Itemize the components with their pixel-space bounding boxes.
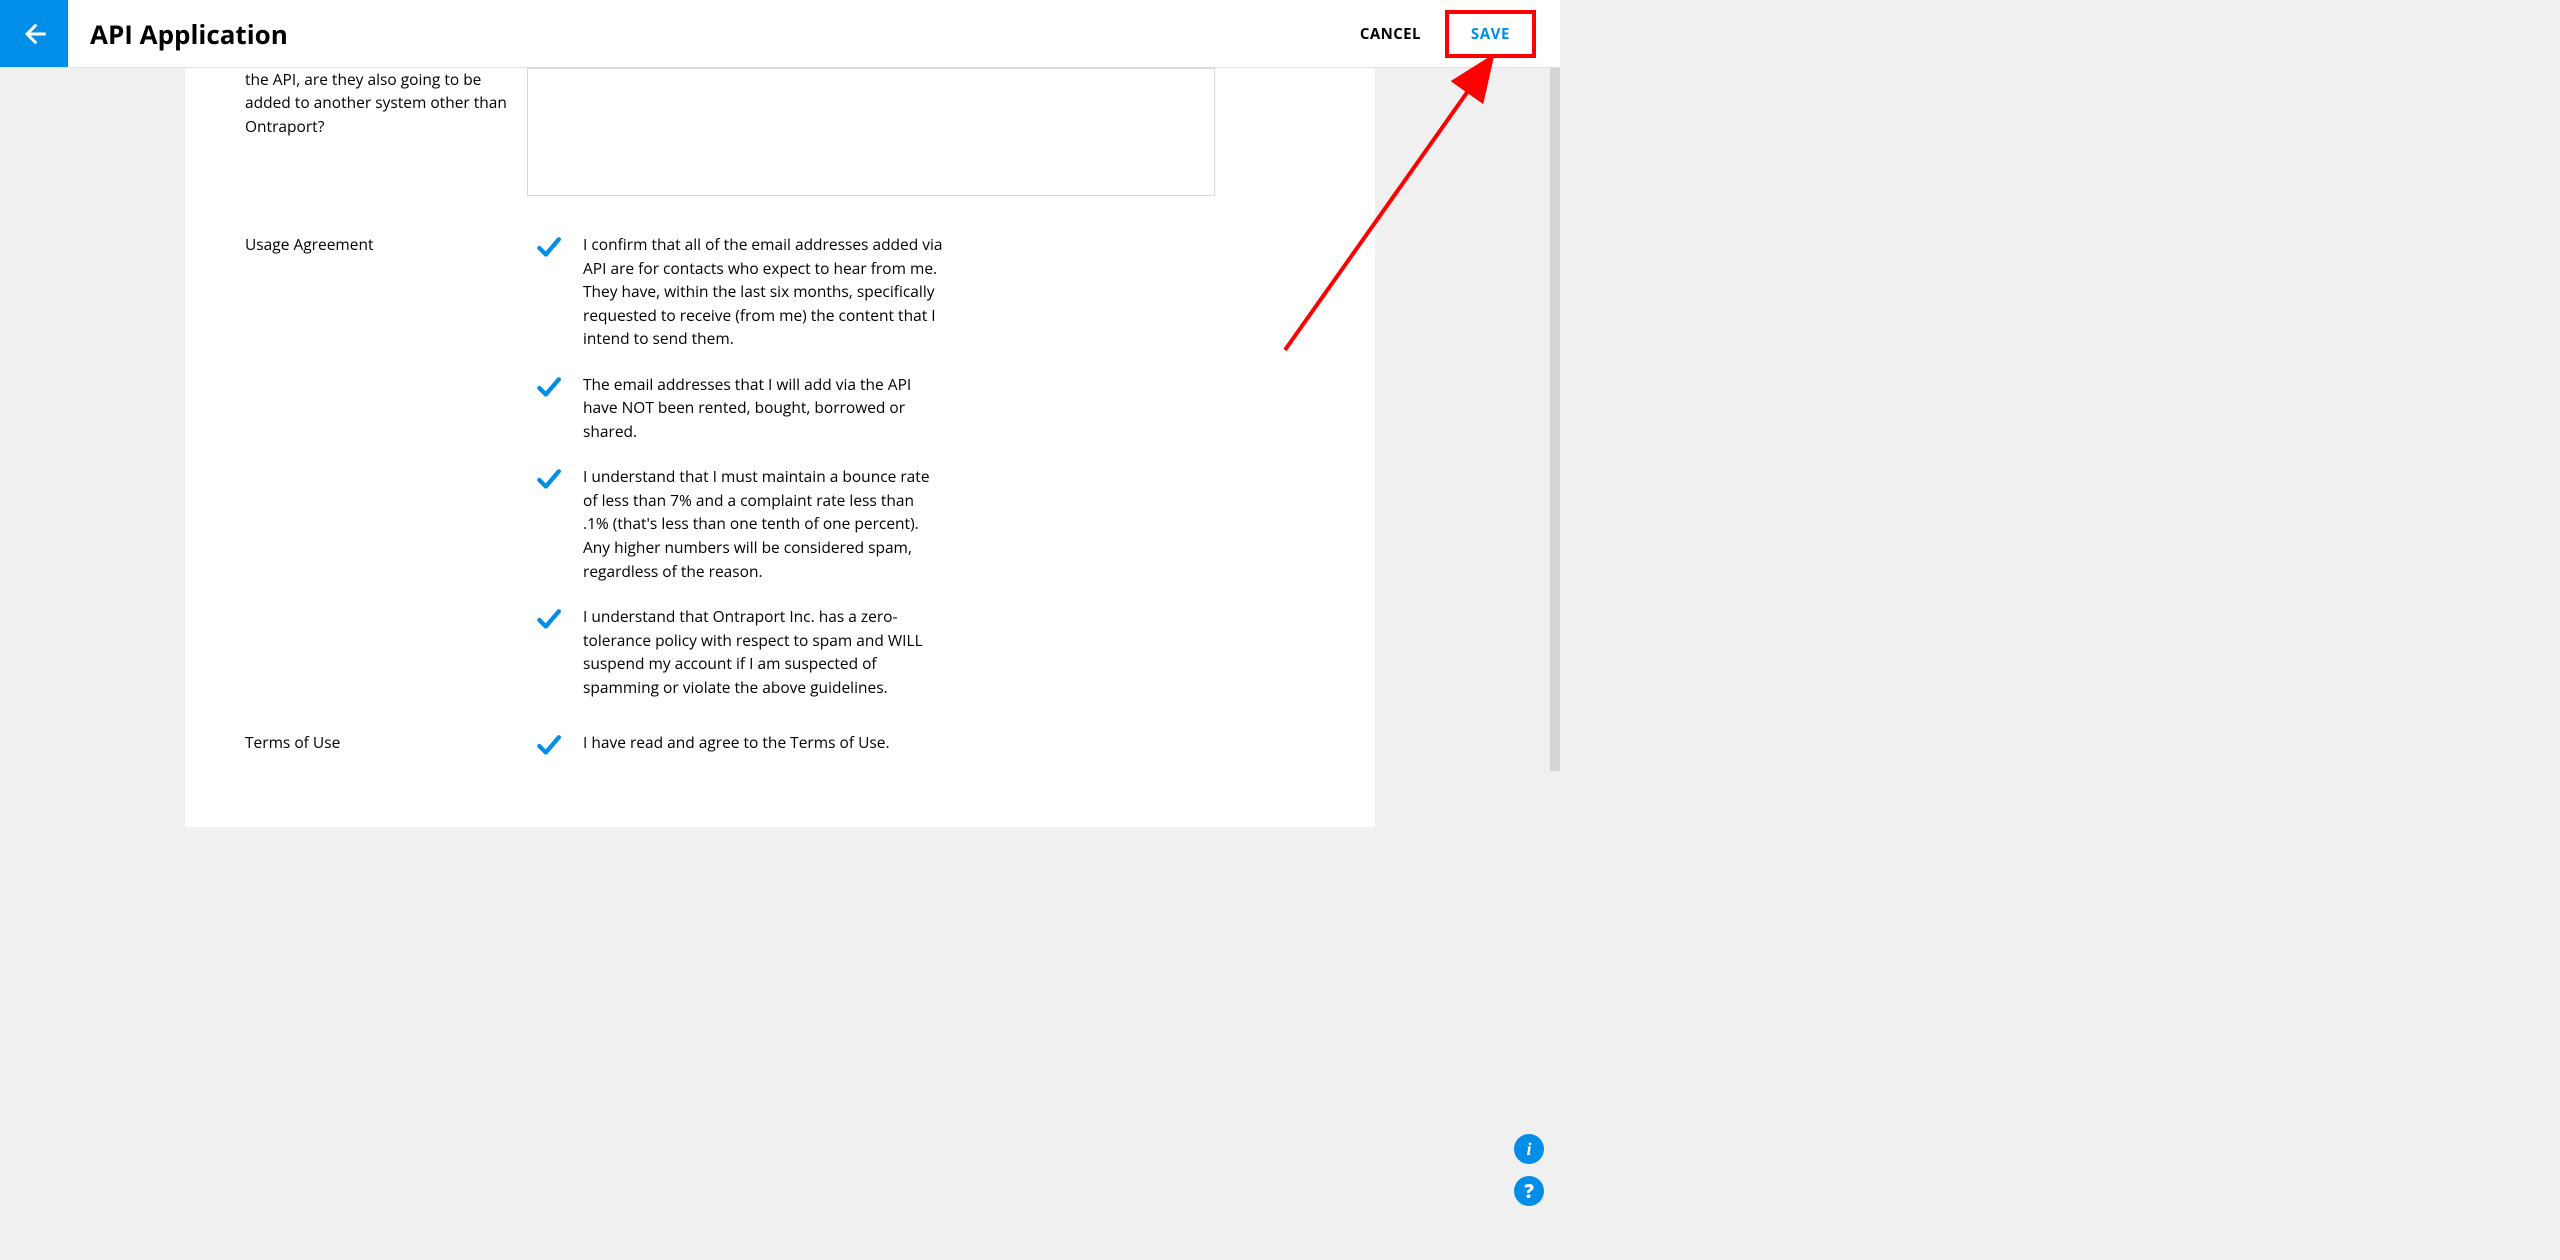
usage-agreement-row: Usage Agreement I confirm that all of th…: [245, 233, 1215, 699]
usage-agreement-item: The email addresses that I will add via …: [535, 373, 1215, 444]
floating-help-buttons: i ?: [1514, 1134, 1544, 1206]
usage-agreement-item: I understand that I must maintain a boun…: [535, 465, 1215, 583]
info-icon: i: [1526, 1139, 1531, 1160]
usage-agreement-text: I understand that I must maintain a boun…: [583, 465, 943, 583]
checkmark-icon[interactable]: [535, 375, 559, 399]
top-bar: API Application CANCEL SAVE: [0, 0, 1560, 68]
help-fab[interactable]: ?: [1514, 1176, 1544, 1206]
cancel-button[interactable]: CANCEL: [1360, 24, 1421, 44]
topbar-actions: CANCEL SAVE: [1360, 0, 1560, 67]
checkmark-icon[interactable]: [535, 235, 559, 259]
back-button[interactable]: [0, 0, 68, 67]
checkmark-icon[interactable]: [535, 607, 559, 631]
terms-of-use-label: Terms of Use: [245, 731, 535, 754]
terms-of-use-row: Terms of Use I have read and agree to th…: [245, 731, 1215, 757]
question-other-system-row: the API, are they also going to be added…: [245, 68, 1215, 201]
usage-agreement-item: I confirm that all of the email addresse…: [535, 233, 1215, 351]
usage-agreement-text: I understand that Ontraport Inc. has a z…: [583, 605, 943, 699]
usage-agreement-text: I confirm that all of the email addresse…: [583, 233, 943, 351]
terms-of-use-text: I have read and agree to the Terms of Us…: [583, 731, 890, 755]
question-other-system-textarea[interactable]: [527, 68, 1215, 196]
page-title: API Application: [68, 0, 288, 67]
terms-of-use-item: I have read and agree to the Terms of Us…: [535, 731, 1215, 757]
usage-agreement-text: The email addresses that I will add via …: [583, 373, 943, 444]
usage-agreement-item: I understand that Ontraport Inc. has a z…: [535, 605, 1215, 699]
form-card: the API, are they also going to be added…: [185, 68, 1375, 827]
checkmark-icon[interactable]: [535, 467, 559, 491]
checkmark-icon[interactable]: [535, 733, 559, 757]
question-other-system-label: the API, are they also going to be added…: [245, 68, 527, 138]
arrow-left-icon: [20, 20, 48, 48]
info-fab[interactable]: i: [1514, 1134, 1544, 1164]
save-button[interactable]: SAVE: [1445, 10, 1536, 58]
help-icon: ?: [1524, 1178, 1534, 1204]
scrollbar[interactable]: [1550, 68, 1560, 771]
usage-agreement-label: Usage Agreement: [245, 233, 535, 256]
